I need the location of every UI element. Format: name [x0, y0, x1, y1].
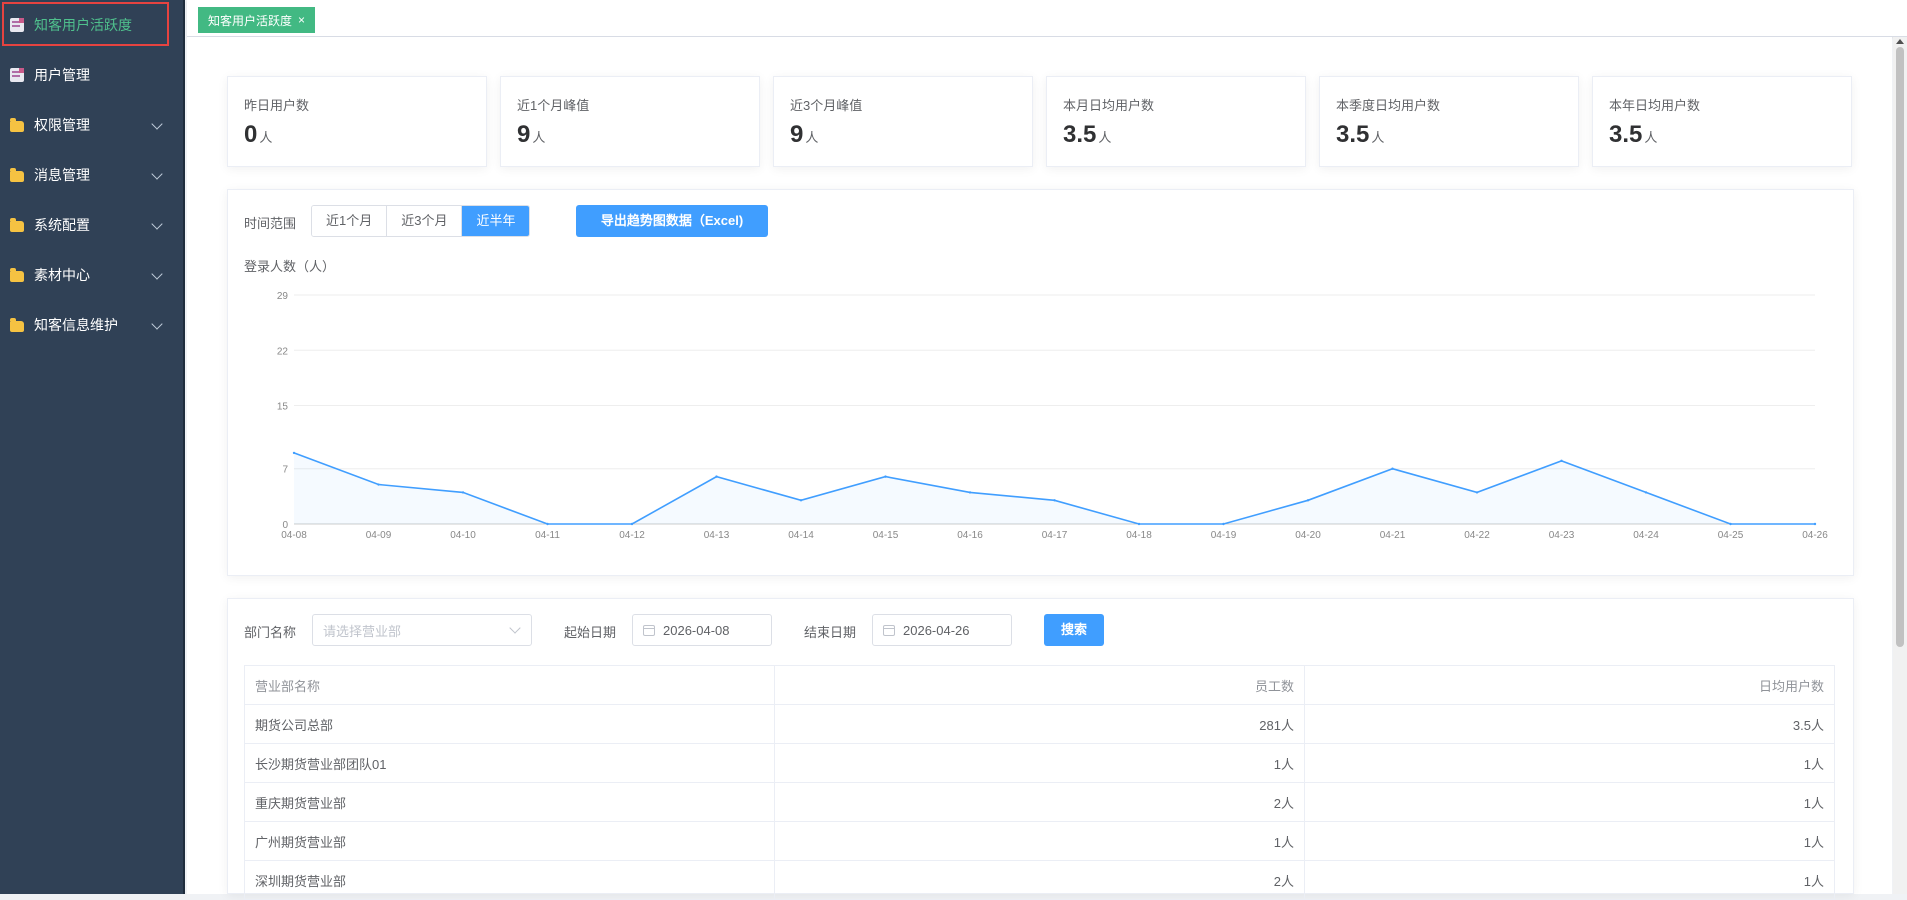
end-date-label: 结束日期	[804, 625, 857, 640]
data-point	[461, 491, 465, 494]
cell-daily-avg-users: 1人	[1304, 782, 1835, 822]
table-row[interactable]: 重庆期货营业部 2人 1人	[244, 782, 1835, 822]
data-point	[884, 475, 887, 478]
x-tick-label: 04-24	[1633, 530, 1659, 541]
cell-employee-count: 2人	[774, 782, 1305, 822]
data-point	[968, 491, 972, 494]
table-row[interactable]: 期货公司总部 281人 3.5人	[244, 704, 1835, 744]
cell-employee-count: 281人	[774, 704, 1305, 744]
data-point	[1053, 499, 1056, 502]
data-point	[1560, 459, 1563, 463]
data-point	[1222, 522, 1225, 526]
x-tick-label: 04-11	[535, 530, 560, 541]
data-point	[546, 522, 549, 526]
x-tick-label: 04-21	[1380, 530, 1406, 541]
cell-daily-avg-users: 1人	[1304, 821, 1835, 861]
data-point	[1475, 491, 1479, 494]
x-tick-label: 04-16	[957, 530, 983, 541]
cell-dept-name: 广州期货营业部	[244, 821, 775, 861]
series-area	[294, 452, 1815, 524]
column-header-employee-count[interactable]: 员工数	[774, 665, 1305, 705]
y-tick-label: 15	[277, 402, 289, 413]
x-tick-label: 04-18	[1126, 530, 1152, 541]
cell-daily-avg-users: 1人	[1304, 743, 1835, 783]
y-tick-label: 29	[277, 291, 289, 302]
table-row[interactable]: 长沙期货营业部团队01 1人 1人	[244, 743, 1835, 783]
data-point	[1813, 522, 1817, 526]
cell-dept-name: 长沙期货营业部团队01	[244, 743, 775, 783]
x-tick-label: 04-25	[1718, 530, 1744, 541]
start-date-picker[interactable]: 2026-04-08	[632, 614, 772, 646]
column-header-dept-name[interactable]: 营业部名称	[244, 665, 775, 705]
table-header-row: 营业部名称 员工数 日均用户数	[244, 665, 1835, 705]
cell-dept-name: 期货公司总部	[244, 704, 775, 744]
cell-daily-avg-users: 3.5人	[1304, 704, 1835, 744]
data-point	[1137, 522, 1141, 526]
data-point	[799, 499, 803, 502]
chevron-down-icon	[509, 622, 521, 634]
start-date-value: 2026-04-08	[663, 622, 730, 638]
x-tick-label: 04-23	[1549, 530, 1575, 541]
data-point	[630, 522, 634, 526]
y-tick-label: 22	[277, 346, 289, 357]
x-tick-label: 04-10	[450, 530, 476, 541]
x-tick-label: 04-08	[281, 530, 307, 541]
x-tick-label: 04-17	[1042, 530, 1068, 541]
department-select-placeholder: 请选择营业部	[323, 623, 402, 639]
cell-employee-count: 1人	[774, 821, 1305, 861]
y-tick-label: 7	[282, 465, 288, 476]
cell-employee-count: 1人	[774, 743, 1305, 783]
department-select[interactable]: 请选择营业部	[312, 614, 532, 646]
data-point	[292, 451, 296, 455]
x-tick-label: 04-14	[788, 530, 814, 541]
data-point	[1306, 499, 1310, 502]
start-date-label: 起始日期	[564, 625, 617, 640]
x-tick-label: 04-09	[366, 530, 392, 541]
x-tick-label: 04-12	[619, 530, 645, 541]
end-date-picker[interactable]: 2026-04-26	[872, 614, 1012, 646]
x-tick-label: 04-26	[1802, 530, 1828, 541]
dept-label: 部门名称	[244, 625, 297, 640]
cell-dept-name: 重庆期货营业部	[244, 782, 775, 822]
calendar-icon	[883, 624, 895, 636]
data-point	[715, 475, 718, 478]
end-date-value: 2026-04-26	[903, 622, 970, 638]
x-tick-label: 04-15	[873, 530, 899, 541]
column-header-daily-avg-users[interactable]: 日均用户数	[1304, 665, 1835, 705]
calendar-icon	[643, 624, 655, 636]
x-tick-label: 04-22	[1464, 530, 1490, 541]
search-button[interactable]: 搜索	[1044, 614, 1104, 646]
data-point	[1729, 522, 1732, 526]
table-row[interactable]: 广州期货营业部 1人 1人	[244, 821, 1835, 861]
data-point	[1644, 491, 1648, 494]
department-table: 营业部名称 员工数 日均用户数 期货公司总部 281人 3.5人 长沙期货营业部…	[244, 665, 1835, 900]
x-tick-label: 04-20	[1295, 530, 1321, 541]
x-tick-label: 04-13	[704, 530, 730, 541]
data-point	[1391, 467, 1394, 470]
data-point	[377, 483, 380, 486]
x-tick-label: 04-19	[1211, 530, 1237, 541]
